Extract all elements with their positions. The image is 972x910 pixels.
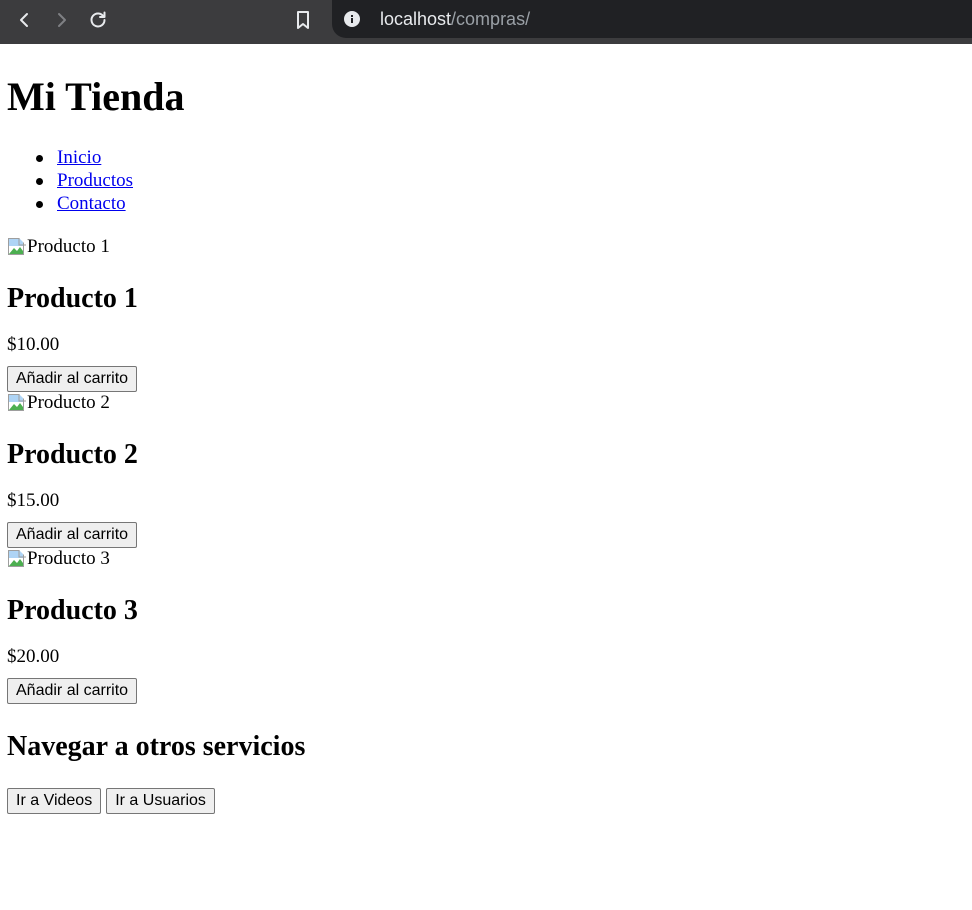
url-text[interactable]: localhost/compras/ [380,8,530,30]
go-to-users-button[interactable]: Ir a Usuarios [106,788,215,814]
nav-link-productos[interactable]: Productos [57,170,133,191]
services-buttons: Ir a Videos Ir a Usuarios [7,788,957,814]
product-price: $15.00 [7,490,60,511]
product-card: Producto 3 Producto 3 $20.00 Añadir al c… [7,548,957,704]
nav-item-productos: Productos [36,169,957,192]
main-nav: Inicio Productos Contacto [7,146,957,215]
bookmark-icon [297,11,309,29]
product-name: Producto 3 [7,595,138,626]
services-title: Navegar a otros servicios [7,731,306,762]
product-name: Producto 1 [7,283,138,314]
product-card: Producto 2 Producto 2 $15.00 Añadir al c… [7,392,957,548]
reload-button[interactable] [84,6,112,34]
browser-toolbar: localhost/compras/ [0,0,972,44]
forward-arrow-icon [58,13,66,27]
address-bar[interactable]: localhost/compras/ [332,0,972,38]
page-content: Mi Tienda Inicio Productos Contacto Prod… [7,44,957,814]
product-name: Producto 2 [7,439,138,470]
add-to-cart-button[interactable]: Añadir al carrito [7,522,138,548]
site-title: Mi Tienda [7,74,185,119]
broken-image-icon [8,550,26,567]
add-to-cart-button[interactable]: Añadir al carrito [7,366,138,392]
broken-image-icon [8,394,26,411]
nav-item-inicio: Inicio [36,146,957,169]
product-image: Producto 1 [7,236,957,258]
url-path: /compras/ [451,9,531,29]
product-image: Producto 3 [7,548,957,570]
reload-icon [90,11,106,28]
url-host: localhost [380,9,452,29]
product-price: $20.00 [7,646,60,667]
bookmark-button[interactable] [289,6,317,34]
nav-link-inicio[interactable]: Inicio [57,147,101,168]
add-to-cart-button[interactable]: Añadir al carrito [7,678,138,704]
nav-item-contacto: Contacto [36,192,957,215]
product-card: Producto 1 Producto 1 $10.00 Añadir al c… [7,236,957,392]
nav-link-contacto[interactable]: Contacto [57,193,126,214]
go-to-videos-button[interactable]: Ir a Videos [7,788,102,814]
list-bullet [36,155,43,162]
broken-image-icon [8,238,26,255]
back-arrow-icon [20,13,28,27]
list-bullet [36,178,43,185]
product-image: Producto 2 [7,392,957,414]
product-image-alt: Producto 1 [27,236,110,257]
site-info-icon[interactable] [344,11,360,27]
product-price: $10.00 [7,334,60,355]
back-button[interactable] [10,6,38,34]
product-image-alt: Producto 2 [27,392,110,413]
list-bullet [36,201,43,208]
forward-button[interactable] [48,6,76,34]
product-image-alt: Producto 3 [27,548,110,569]
